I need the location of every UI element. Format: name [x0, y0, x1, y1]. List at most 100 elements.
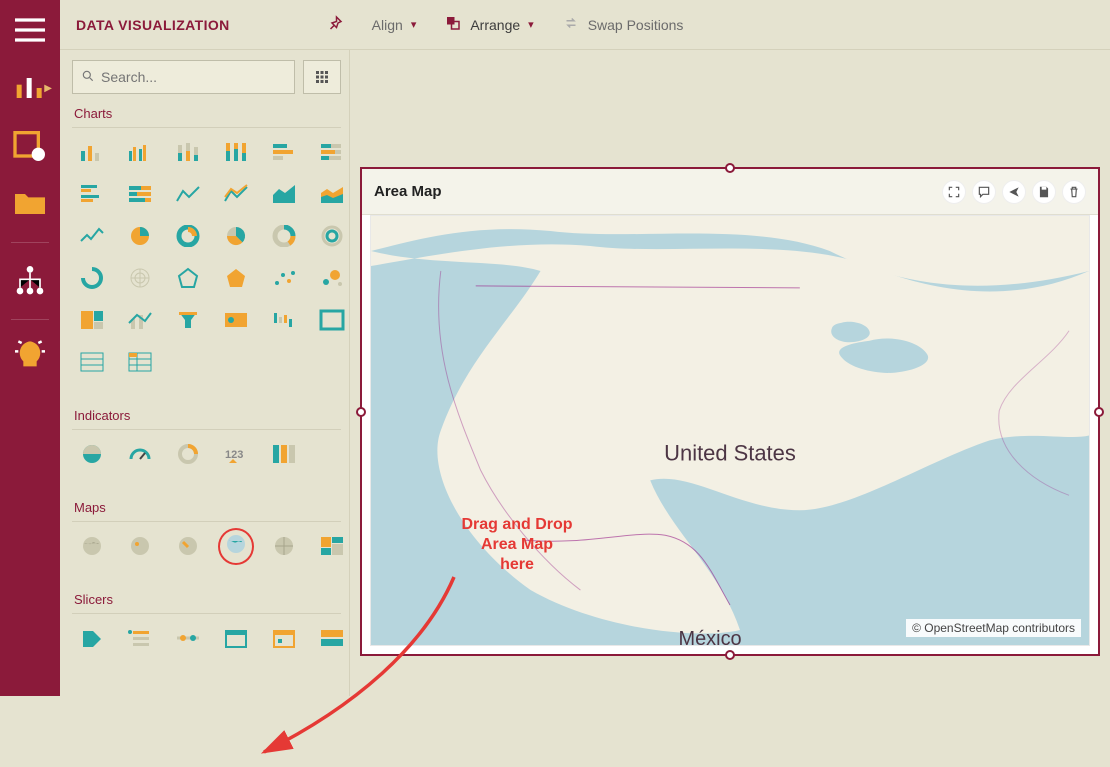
indicator-gauge-icon[interactable]	[120, 438, 160, 470]
chart-pentagon-icon[interactable]	[168, 262, 208, 294]
chart-bubble-icon[interactable]	[312, 262, 350, 294]
align-dropdown[interactable]: Align ▾	[372, 17, 417, 33]
map-world-outline-icon[interactable]	[264, 530, 304, 562]
tree-nav[interactable]	[10, 261, 50, 301]
map-area-icon[interactable]	[216, 530, 256, 562]
slicer-list-icon[interactable]	[120, 622, 160, 654]
map-world-accent-icon[interactable]	[168, 530, 208, 562]
map-tree-icon[interactable]	[312, 530, 350, 562]
chart-matrix-icon[interactable]	[120, 346, 160, 378]
pin-icon[interactable]	[326, 14, 344, 35]
map-world-dot-icon[interactable]	[120, 530, 160, 562]
rail-separator	[11, 319, 49, 320]
rail-separator	[11, 242, 49, 243]
widget-share-button[interactable]	[1002, 180, 1026, 204]
user-report-nav[interactable]	[10, 126, 50, 166]
resize-handle-top[interactable]	[725, 163, 735, 173]
indicator-bars-icon[interactable]	[264, 438, 304, 470]
maps-grid	[72, 530, 341, 580]
indicator-circular-icon[interactable]	[168, 438, 208, 470]
chart-combo-icon[interactable]	[120, 304, 160, 336]
section-label-maps: Maps	[72, 496, 341, 522]
chart-bar-stacked-icon[interactable]	[168, 136, 208, 168]
chevron-right-icon: ▶	[44, 83, 52, 94]
chart-multiline-icon[interactable]	[216, 178, 256, 210]
charts-grid	[72, 136, 341, 396]
area-map-widget[interactable]: Area Map	[360, 167, 1100, 656]
chart-hbar-stacked-icon[interactable]	[312, 136, 350, 168]
chart-scatter-icon[interactable]	[264, 262, 304, 294]
chart-bar-100-icon[interactable]	[216, 136, 256, 168]
map-svg: United States México	[371, 216, 1089, 645]
resize-handle-right[interactable]	[1094, 407, 1104, 417]
chart-sunburst-icon[interactable]	[312, 220, 350, 252]
slicer-date-range-icon[interactable]	[264, 622, 304, 654]
map-attribution: © OpenStreetMap contributors	[906, 619, 1081, 637]
resize-handle-left[interactable]	[356, 407, 366, 417]
palette-panel: Charts	[60, 50, 350, 696]
widget-header: Area Map	[362, 169, 1098, 215]
chart-pentagon-fill-icon[interactable]	[216, 262, 256, 294]
chart-funnel-icon[interactable]	[168, 304, 208, 336]
map-label-us: United States	[664, 440, 796, 465]
indicators-grid: 123	[72, 438, 341, 488]
widget-title: Area Map	[374, 183, 442, 200]
main: DATA VISUALIZATION Align ▾ Arrange ▾ Swa…	[60, 0, 1110, 696]
discover-nav[interactable]	[10, 338, 50, 378]
swap-label: Swap Positions	[588, 17, 684, 33]
chart-table-icon[interactable]	[72, 346, 112, 378]
widget-comment-button[interactable]	[972, 180, 996, 204]
section-label-charts: Charts	[72, 102, 341, 128]
chart-line-icon[interactable]	[168, 178, 208, 210]
chart-radar-icon[interactable]	[120, 262, 160, 294]
slicer-dropdown-icon[interactable]	[312, 622, 350, 654]
chart-bar-icon[interactable]	[72, 136, 112, 168]
swap-icon	[562, 14, 580, 35]
chart-sparkline-icon[interactable]	[72, 220, 112, 252]
search-input-wrap[interactable]	[72, 60, 295, 94]
section-label-slicers: Slicers	[72, 588, 341, 614]
align-label: Align	[372, 17, 403, 33]
grid-view-toggle[interactable]	[303, 60, 341, 94]
indicator-gauge-fill-icon[interactable]	[72, 438, 112, 470]
canvas[interactable]: Area Map	[350, 50, 1110, 696]
chart-hbar-100-icon[interactable]	[120, 178, 160, 210]
search-icon	[81, 69, 95, 86]
chart-polar-icon[interactable]	[72, 262, 112, 294]
map-world-grey-icon[interactable]	[72, 530, 112, 562]
indicator-number-icon[interactable]: 123	[216, 438, 256, 470]
dashboard-nav[interactable]: ▶	[10, 68, 50, 108]
slicer-date-icon[interactable]	[216, 622, 256, 654]
widget-fullscreen-button[interactable]	[942, 180, 966, 204]
map-viewport[interactable]: United States México © OpenStreetMap con…	[370, 215, 1090, 646]
chart-frame-icon[interactable]	[312, 304, 350, 336]
slicer-tag-icon[interactable]	[72, 622, 112, 654]
chart-donut-multi-icon[interactable]	[264, 220, 304, 252]
resize-handle-bottom[interactable]	[725, 650, 735, 660]
chart-pie-multi-icon[interactable]	[216, 220, 256, 252]
chart-hbar-grouped-icon[interactable]	[72, 178, 112, 210]
map-label-mx: México	[678, 628, 741, 645]
folder-nav[interactable]	[10, 184, 50, 224]
chart-area-stacked-icon[interactable]	[312, 178, 350, 210]
left-rail: ▶	[0, 0, 60, 696]
widget-delete-button[interactable]	[1062, 180, 1086, 204]
chart-bar-grouped-icon[interactable]	[120, 136, 160, 168]
page-title: DATA VISUALIZATION	[76, 17, 230, 33]
chart-treemap-icon[interactable]	[72, 304, 112, 336]
chevron-down-icon: ▾	[411, 18, 417, 31]
swap-positions-button[interactable]: Swap Positions	[562, 14, 684, 35]
chart-area-icon[interactable]	[264, 178, 304, 210]
chart-donut-icon[interactable]	[168, 220, 208, 252]
menu-button[interactable]	[10, 10, 50, 50]
chart-waterfall-icon[interactable]	[264, 304, 304, 336]
arrange-dropdown[interactable]: Arrange ▾	[444, 14, 533, 35]
chart-pie-icon[interactable]	[120, 220, 160, 252]
section-label-indicators: Indicators	[72, 404, 341, 430]
chart-hbar-icon[interactable]	[264, 136, 304, 168]
slicer-range-icon[interactable]	[168, 622, 208, 654]
widget-save-button[interactable]	[1032, 180, 1056, 204]
chart-card-icon[interactable]	[216, 304, 256, 336]
search-input[interactable]	[101, 69, 286, 85]
chevron-down-icon: ▾	[528, 18, 534, 31]
